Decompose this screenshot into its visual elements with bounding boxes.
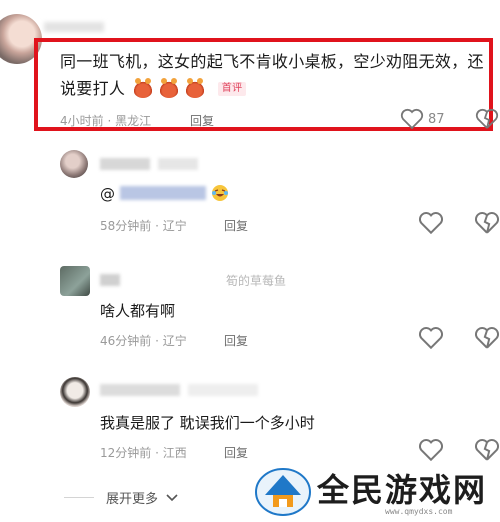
- watermark-title: 全民游戏网: [317, 471, 488, 509]
- avatar[interactable]: [60, 377, 90, 407]
- heart-icon[interactable]: [418, 326, 444, 350]
- username-blurred: [158, 158, 198, 170]
- crab-emoji-icon: [185, 78, 206, 98]
- reply-location: 江西: [162, 446, 187, 460]
- reply-location: 辽宁: [162, 219, 187, 233]
- reply-meta: 12分钟前 · 江西: [100, 446, 187, 460]
- watermark-logo-icon: [255, 468, 311, 516]
- expand-more-button[interactable]: 展开更多: [106, 488, 178, 507]
- author-name-fragment[interactable]: 筍的草莓鱼: [226, 272, 286, 289]
- chevron-down-icon: [166, 494, 178, 502]
- username-blurred[interactable]: [100, 158, 150, 170]
- username-blurred[interactable]: [100, 384, 180, 396]
- comment-location: 黑龙江: [115, 114, 152, 128]
- reply-text: @: [100, 184, 229, 203]
- reply-text: 我真是服了 耽误我们一个多小时: [100, 414, 315, 432]
- reply-meta: 46分钟前 · 辽宁: [100, 334, 187, 348]
- broken-heart-icon[interactable]: [474, 438, 500, 462]
- reply-button[interactable]: 回复: [224, 444, 248, 461]
- avatar[interactable]: [60, 266, 90, 296]
- like-count: 87: [428, 112, 445, 127]
- comment-time: 4小时前: [60, 114, 104, 128]
- broken-heart-icon[interactable]: [474, 326, 500, 350]
- reply-text: 啥人都有啊: [100, 302, 176, 320]
- first-comment-badge: 首评: [217, 82, 247, 96]
- divider: [64, 497, 94, 498]
- broken-heart-icon[interactable]: [475, 108, 499, 130]
- reply-location: 辽宁: [162, 334, 187, 348]
- reply-time: 58分钟前: [100, 219, 152, 233]
- username-blurred: [188, 384, 258, 396]
- comment-text: 同一班飞机，这女的起飞不肯收小桌板，空少劝阻无效，还说要打人 首评: [60, 48, 492, 106]
- reply-button[interactable]: 回复: [190, 112, 214, 129]
- heart-icon[interactable]: [418, 438, 444, 462]
- broken-heart-icon[interactable]: [474, 211, 500, 235]
- watermark-url: www.qmydxs.com: [385, 507, 453, 516]
- avatar[interactable]: [60, 150, 88, 178]
- username-blurred[interactable]: [100, 274, 120, 286]
- mention-prefix: @: [100, 185, 115, 203]
- laugh-cry-emoji-icon: [211, 185, 228, 201]
- username-blurred[interactable]: [44, 22, 104, 32]
- crab-emoji-icon: [132, 78, 153, 98]
- reply-button[interactable]: 回复: [224, 332, 248, 349]
- comment-meta: 4小时前 · 黑龙江: [60, 114, 152, 128]
- heart-icon[interactable]: [418, 211, 444, 235]
- heart-icon[interactable]: [400, 108, 424, 130]
- reply-button[interactable]: 回复: [224, 217, 248, 234]
- reply-time: 46分钟前: [100, 334, 152, 348]
- watermark: 全民游戏网 www.qmydxs.com: [255, 463, 500, 522]
- expand-more-label: 展开更多: [106, 492, 159, 507]
- reply-time: 12分钟前: [100, 446, 152, 460]
- mention-blurred[interactable]: [119, 186, 206, 200]
- emoji-group: [132, 78, 207, 106]
- comment-body: 同一班飞机，这女的起飞不肯收小桌板，空少劝阻无效，还说要打人: [60, 52, 484, 98]
- crab-emoji-icon: [158, 78, 179, 98]
- reply-meta: 58分钟前 · 辽宁: [100, 219, 187, 233]
